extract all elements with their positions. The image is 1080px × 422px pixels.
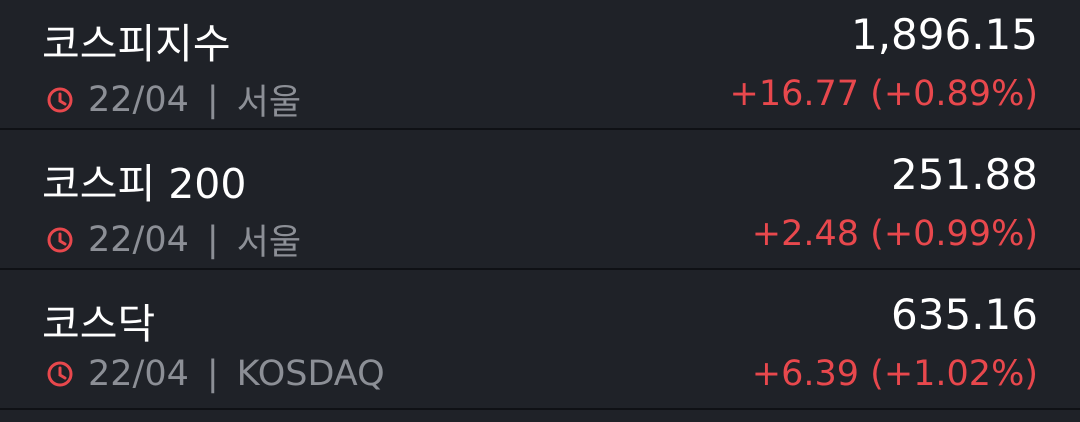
meta-separator: |	[206, 219, 219, 260]
market-name: 서울	[236, 83, 302, 123]
index-list: 코스피지수 1,896.15 22/04 | 서울 +16.77 (+0.89%…	[0, 0, 1080, 422]
index-value: 1,896.15	[850, 10, 1038, 59]
clock-icon	[47, 361, 73, 387]
index-row-kospi[interactable]: 코스피지수 1,896.15 22/04 | 서울 +16.77 (+0.89%…	[0, 0, 1080, 130]
index-row-kosdaq[interactable]: 코스닥 635.16 22/04 | KOSDAQ +6.39 (+1.02%)	[0, 270, 1080, 410]
clock-icon	[47, 227, 73, 252]
update-date: 22/04	[88, 354, 189, 394]
meta-separator: |	[206, 79, 219, 120]
index-change: +6.39 (+1.02%)	[751, 354, 1038, 394]
index-value: 635.16	[891, 290, 1038, 339]
index-meta: 22/04 | 서울	[46, 74, 301, 125]
market-name: KOSDAQ	[236, 354, 385, 394]
update-date: 22/04	[88, 79, 189, 120]
index-value: 251.88	[891, 150, 1038, 199]
clock-icon	[47, 87, 73, 112]
update-date: 22/04	[88, 219, 189, 260]
index-change: +16.77 (+0.89%)	[729, 74, 1038, 114]
index-name: 코스피 200	[42, 160, 247, 208]
index-change: +2.48 (+0.99%)	[751, 214, 1038, 254]
index-row-kospi200[interactable]: 코스피 200 251.88 22/04 | 서울 +2.48 (+0.99%)	[0, 130, 1080, 270]
index-name: 코스닥	[42, 300, 156, 348]
market-name: 서울	[236, 223, 302, 263]
row-divider	[0, 408, 1080, 410]
meta-separator: |	[206, 354, 219, 394]
index-name: 코스피지수	[42, 20, 231, 68]
index-meta: 22/04 | KOSDAQ	[46, 354, 385, 394]
index-meta: 22/04 | 서울	[46, 214, 301, 265]
